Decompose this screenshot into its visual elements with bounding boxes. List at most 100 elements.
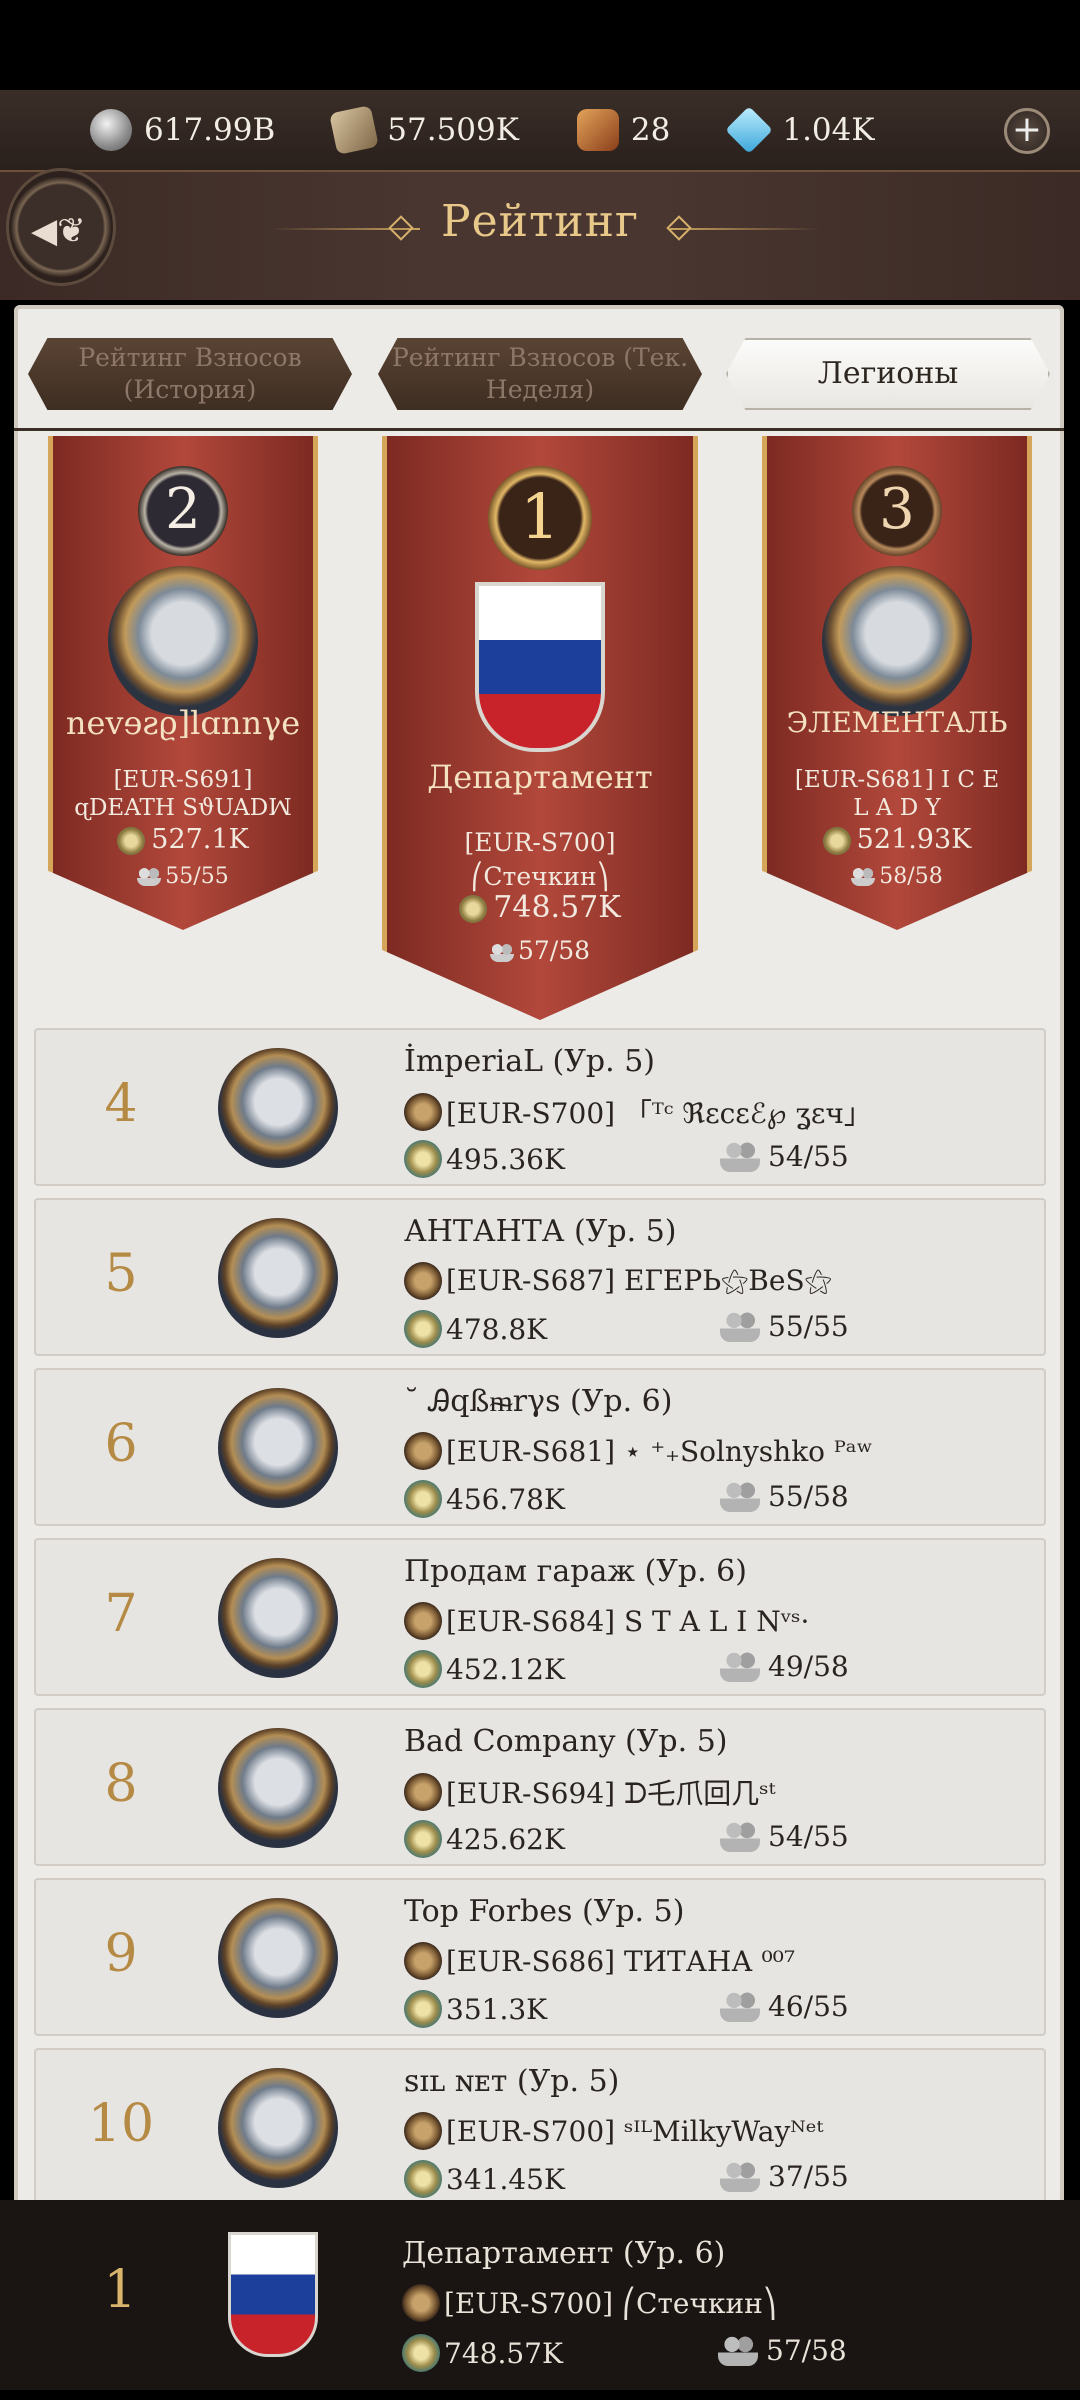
leader-value: [EUR-S700] ⎛Стечкин⎞ (444, 2286, 777, 2320)
legion-name: Продам гараж (Ур. 6) (404, 1554, 747, 1589)
leader-value: [EUR-S700] ˢᴵᴸMilkyWayᴺᵉᵗ (446, 2114, 824, 2148)
members-value: 46/55 (768, 1990, 849, 2023)
leader-badge-icon (404, 1262, 442, 1300)
legion-members: 49/58 (720, 1650, 849, 1683)
leader-badge-icon (402, 2284, 440, 2322)
podium-third-banner[interactable]: 3 ЭЛЕМЕНТАЛЬ [EUR-S681] I C E L A D Y 52… (762, 436, 1032, 930)
legion-name: АНТАНТА (Ур. 5) (404, 1214, 677, 1249)
eagle-emblem-icon (218, 1728, 338, 1848)
legion-row[interactable]: 4 İmperiaL (Ур. 5) [EUR-S700] 「ᵀᶜ ℜεϲεℰ℘… (34, 1028, 1046, 1186)
resource-crystal[interactable]: 1.04K (725, 106, 875, 154)
scroll-icon (329, 105, 380, 155)
legion-row[interactable]: 5 АНТАНТА (Ур. 5) [EUR-S687] ЕГЕРЬ⚝BeS⚝ … (34, 1198, 1046, 1356)
legion-power: 527.1K (53, 824, 313, 855)
wolf-emblem-icon (822, 566, 972, 716)
navigation-bar (0, 2390, 1080, 2400)
power-value: 521.93K (856, 824, 972, 855)
legion-row[interactable]: 7 Продам гараж (Ур. 6) [EUR-S684] S T A … (34, 1538, 1046, 1696)
chest-icon (576, 109, 619, 151)
tab-contributions-week[interactable]: Рейтинг Взносов (Тек. Неделя) (378, 338, 702, 410)
legion-leader: [EUR-S681] I C E L A D Y (794, 767, 1000, 821)
legion-leader: [EUR-S700] ⎛Стечкин⎞ (402, 2284, 777, 2322)
legion-leader: [EUR-S681] ⋆ ⁺₊Solnyshko ᴾᵃʷ (404, 1432, 873, 1470)
resource-scroll[interactable]: 57.509K (329, 105, 519, 155)
leader-badge-icon (404, 1602, 442, 1640)
members-value: 55/58 (768, 1480, 849, 1513)
power-value: 351.3K (446, 1992, 548, 2026)
legion-power: 521.93K (767, 824, 1027, 855)
members-value: 55/55 (165, 864, 229, 889)
members-value: 54/55 (768, 1820, 849, 1853)
rank-number: 8 (104, 1754, 138, 1814)
legion-name: ꜱɪʟ ɴᴇᴛ (Ур. 5) (404, 2064, 620, 2099)
legion-name: ЭЛЕМЕНТАЛЬ (786, 706, 1008, 739)
wolf-emblem-icon (218, 1388, 338, 1508)
legion-members: 55/58 (720, 1480, 849, 1513)
legion-power: 478.8K (404, 1310, 547, 1348)
legion-members: 58/58 (767, 864, 1027, 889)
members-icon (720, 1651, 760, 1682)
members-value: 57/58 (766, 2334, 847, 2367)
crystal-icon (725, 106, 774, 154)
wolf-emblem-icon (108, 566, 258, 716)
resource-bar: 617.99B 57.509K 28 1.04K + (0, 90, 1080, 172)
legion-members: 57/58 (387, 936, 693, 965)
members-value: 58/58 (879, 864, 943, 889)
rank-number: 7 (104, 1584, 138, 1644)
medal-icon (404, 1650, 442, 1688)
rank-number: 4 (104, 1074, 138, 1134)
legion-power: 495.36K (404, 1140, 565, 1178)
legion-name: Top Forbes (Ур. 5) (404, 1894, 685, 1929)
legion-leader: [EUR-S700] 「ᵀᶜ ℜεϲεℰ℘ ʓεч」 (404, 1092, 872, 1132)
tab-contributions-history[interactable]: Рейтинг Взносов (История) (28, 338, 352, 410)
bear-emblem-icon (218, 1898, 338, 2018)
legion-power: 456.78K (404, 1480, 565, 1518)
resource-silver[interactable]: 617.99B (90, 109, 275, 151)
members-icon (851, 868, 876, 886)
legion-members: 54/55 (720, 1820, 849, 1853)
russia-flag-icon (228, 2232, 318, 2357)
members-icon (137, 868, 162, 886)
medal-icon (117, 826, 146, 855)
podium-first-banner[interactable]: 1 Департамент [EUR-S700] ⎛Стечкин⎞ 748.5… (382, 436, 698, 1020)
medal-icon (404, 1990, 442, 2028)
legion-row[interactable]: 10 ꜱɪʟ ɴᴇᴛ (Ур. 5) [EUR-S700] ˢᴵᴸMilkyWa… (34, 2048, 1046, 2206)
rank-number: 5 (104, 1244, 138, 1304)
medal-icon (404, 1310, 442, 1348)
resource-value: 28 (630, 112, 671, 148)
legion-name: Департамент (427, 758, 653, 796)
power-value: 478.8K (446, 1312, 548, 1346)
legion-leader: [EUR-S700] ⎛Стечкин⎞ (464, 828, 616, 891)
rank-number: 1 (103, 2260, 137, 2320)
legion-leader: [EUR-S691] ɋDEATH SϑUADꟽ (74, 767, 292, 821)
members-icon (720, 1311, 760, 1342)
resource-chest[interactable]: 28 (576, 109, 671, 151)
legion-power: 452.12K (404, 1650, 565, 1688)
resource-value: 1.04K (782, 112, 875, 148)
members-icon (720, 1821, 760, 1852)
power-value: 452.12K (446, 1652, 565, 1686)
members-icon (720, 1141, 760, 1172)
tab-legions[interactable]: Легионы (726, 338, 1050, 410)
medal-icon (459, 895, 488, 923)
legion-power: 351.3K (404, 1990, 547, 2028)
add-resources-button[interactable]: + (1004, 108, 1050, 154)
legion-leader: [EUR-S686] ТИТАНА ⁰⁰⁷ (404, 1942, 795, 1980)
horse-emblem-icon (218, 2068, 338, 2188)
legion-row[interactable]: 6 ˘ Ꭿqßᵯrγs (Ур. 6) [EUR-S681] ⋆ ⁺₊Solny… (34, 1368, 1046, 1526)
power-value: 748.57K (444, 2336, 563, 2370)
leader-value: [EUR-S700] 「ᵀᶜ ℜεϲεℰ℘ ʓεч」 (446, 1097, 872, 1130)
rank-number: 10 (87, 2094, 155, 2154)
medal-icon (822, 826, 851, 855)
members-value: 49/58 (768, 1650, 849, 1683)
legion-name: ˘ Ꭿqßᵯrγs (Ур. 6) (404, 1384, 673, 1419)
podium-second-banner[interactable]: 2 nevɘƨϱ]lɑnnγe [EUR-S691] ɋDEATH SϑUADꟽ… (48, 436, 318, 930)
power-value: 425.62K (446, 1822, 565, 1856)
leader-value: [EUR-S684] S T A L I Nᵛˢ· (446, 1604, 810, 1638)
own-legion-row[interactable]: 1 Департамент (Ур. 6) [EUR-S700] ⎛Стечки… (0, 2200, 1080, 2400)
rank-number: 6 (104, 1414, 138, 1474)
legion-row[interactable]: 9 Top Forbes (Ур. 5) [EUR-S686] ТИТАНА ⁰… (34, 1878, 1046, 2036)
legion-row[interactable]: 8 Bad Company (Ур. 5) [EUR-S694] ᗪ乇爪回几ˢᵗ… (34, 1708, 1046, 1866)
leader-badge-icon (404, 1432, 442, 1470)
status-bar (0, 0, 1080, 90)
